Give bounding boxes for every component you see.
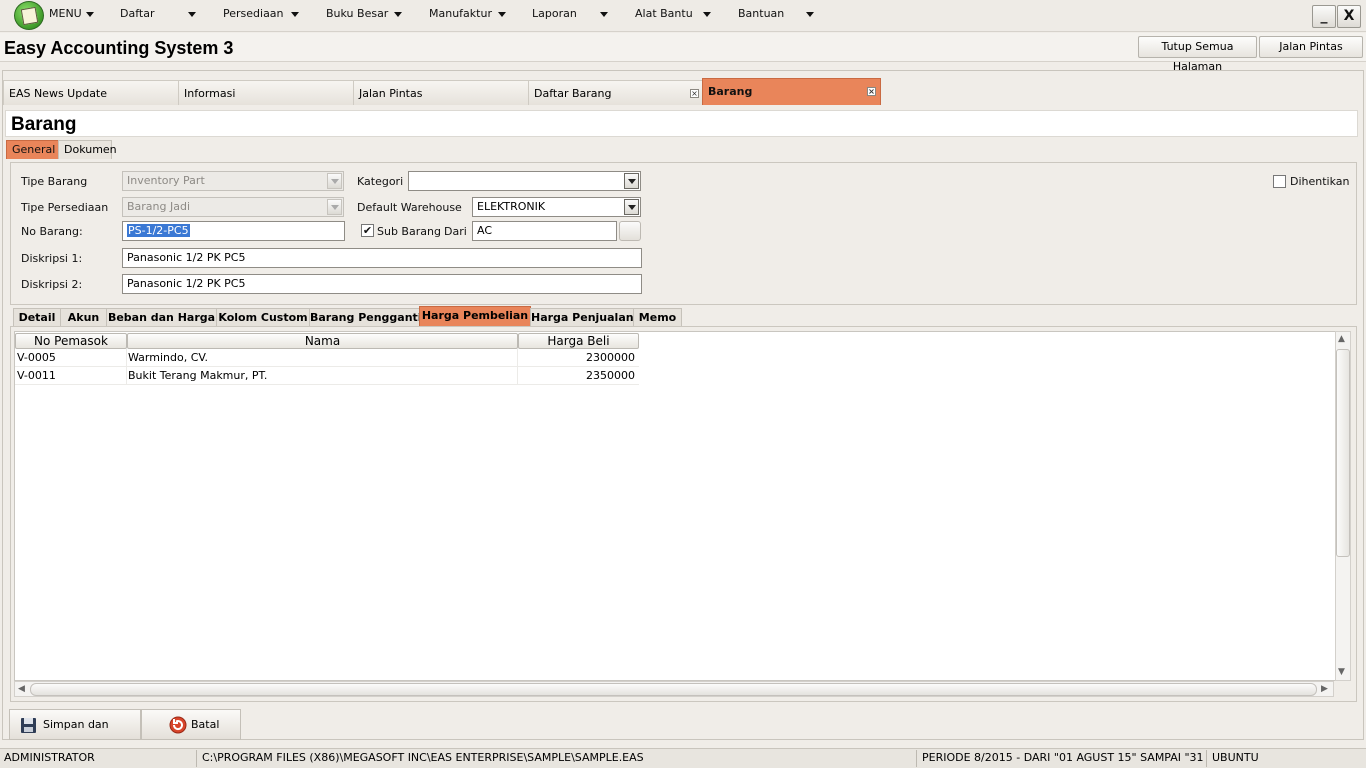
dihentikan-checkbox[interactable] bbox=[1273, 175, 1286, 188]
menu-buku-besar[interactable]: Buku Besar bbox=[326, 0, 406, 28]
tab-informasi[interactable]: Informasi bbox=[178, 80, 354, 105]
chevron-down-icon bbox=[394, 12, 402, 17]
default-warehouse-select[interactable]: ELEKTRONIK bbox=[472, 197, 641, 217]
scroll-up-icon[interactable]: ▲ bbox=[1338, 334, 1345, 344]
chevron-down-icon bbox=[86, 12, 94, 17]
tab-harga-penjualan[interactable]: Harga Penjualan bbox=[530, 308, 634, 327]
column-divider bbox=[126, 349, 127, 385]
chevron-down-icon bbox=[327, 199, 342, 215]
dihentikan-label: Dihentikan bbox=[1290, 175, 1350, 188]
tab-detail[interactable]: Detail bbox=[13, 308, 61, 327]
status-path: C:\PROGRAM FILES (X86)\MEGASOFT INC\EAS … bbox=[198, 750, 917, 767]
menu-main[interactable]: MENU bbox=[49, 0, 99, 28]
column-header-harga-beli[interactable]: Harga Beli bbox=[518, 333, 639, 349]
chevron-down-icon bbox=[327, 173, 342, 189]
column-header-nama[interactable]: Nama bbox=[127, 333, 518, 349]
lookup-button[interactable] bbox=[619, 221, 641, 241]
cell-harga-beli: 2350000 bbox=[586, 369, 635, 382]
menu-alat-bantu[interactable]: Alat Bantu bbox=[635, 0, 715, 28]
menu-manufaktur[interactable]: Manufaktur bbox=[429, 0, 509, 28]
cell-nama: Warmindo, CV. bbox=[128, 351, 208, 364]
menu-daftar[interactable]: Daftar bbox=[120, 0, 200, 28]
cancel-button[interactable]: Batal bbox=[141, 709, 241, 740]
tab-barang[interactable]: Barang × bbox=[702, 78, 881, 105]
default-warehouse-label: Default Warehouse bbox=[357, 201, 462, 214]
page-header bbox=[5, 110, 1358, 137]
app-logo-icon[interactable] bbox=[14, 1, 44, 30]
tipe-barang-label: Tipe Barang bbox=[21, 175, 88, 188]
cell-no-pemasok: V-0011 bbox=[17, 369, 56, 382]
chevron-down-icon bbox=[703, 12, 711, 17]
dari-input[interactable]: AC bbox=[472, 221, 617, 241]
diskripsi1-input[interactable]: Panasonic 1/2 PK PC5 bbox=[122, 248, 642, 268]
tab-beban-dan-harga[interactable]: Beban dan Harga bbox=[106, 308, 217, 327]
vertical-scroll-thumb[interactable] bbox=[1336, 349, 1350, 557]
status-period: PERIODE 8/2015 - DARI "01 AGUST 15" SAMP… bbox=[918, 750, 1207, 767]
tab-kolom-custom[interactable]: Kolom Custom bbox=[216, 308, 310, 327]
cancel-icon bbox=[169, 716, 187, 734]
menu-bantuan[interactable]: Bantuan bbox=[738, 0, 818, 28]
column-divider bbox=[517, 349, 518, 385]
tab-eas-news-update[interactable]: EAS News Update bbox=[3, 80, 179, 105]
menu-laporan[interactable]: Laporan bbox=[532, 0, 612, 28]
kategori-select[interactable] bbox=[408, 171, 641, 191]
no-barang-input[interactable]: PS-1/2-PC5 bbox=[122, 221, 345, 241]
diskripsi2-input[interactable]: Panasonic 1/2 PK PC5 bbox=[122, 274, 642, 294]
close-icon[interactable]: × bbox=[690, 89, 699, 98]
tab-memo[interactable]: Memo bbox=[633, 308, 682, 327]
row-divider bbox=[15, 384, 639, 385]
shortcut-button[interactable]: Jalan Pintas bbox=[1259, 36, 1363, 58]
close-all-pages-button[interactable]: Tutup Semua Halaman bbox=[1138, 36, 1257, 73]
tab-jalan-pintas[interactable]: Jalan Pintas bbox=[353, 80, 529, 105]
cell-no-pemasok: V-0005 bbox=[17, 351, 56, 364]
chevron-down-icon[interactable] bbox=[624, 173, 639, 189]
tab-barang-pengganti[interactable]: Barang Pengganti bbox=[309, 308, 422, 327]
kategori-label: Kategori bbox=[357, 175, 404, 188]
tab-daftar-barang[interactable]: Daftar Barang × bbox=[528, 80, 703, 105]
status-user: ADMINISTRATOR bbox=[0, 750, 197, 767]
chevron-down-icon bbox=[291, 12, 299, 17]
close-window-button[interactable]: X bbox=[1337, 5, 1361, 28]
chevron-down-icon bbox=[806, 12, 814, 17]
no-barang-label: No Barang: bbox=[21, 225, 83, 238]
cell-harga-beli: 2300000 bbox=[586, 351, 635, 364]
tab-harga-pembelian[interactable]: Harga Pembelian bbox=[419, 306, 531, 327]
chevron-down-icon bbox=[498, 12, 506, 17]
tab-akun[interactable]: Akun bbox=[60, 308, 107, 327]
minimize-button[interactable]: _ bbox=[1312, 5, 1336, 28]
chevron-down-icon bbox=[188, 12, 196, 17]
app-title: Easy Accounting System 3 bbox=[4, 38, 234, 58]
scroll-left-icon[interactable]: ◀ bbox=[18, 684, 25, 694]
floppy-disk-icon bbox=[21, 718, 36, 733]
sub-barang-label: Sub Barang bbox=[377, 225, 441, 238]
page-title: Barang bbox=[11, 114, 77, 135]
save-and-exit-button[interactable]: Simpan dan Keluar bbox=[9, 709, 141, 760]
column-header-no-pemasok[interactable]: No Pemasok bbox=[15, 333, 127, 349]
sub-barang-checkbox[interactable]: ✔ bbox=[361, 224, 374, 237]
scroll-down-icon[interactable]: ▼ bbox=[1338, 667, 1345, 677]
chevron-down-icon[interactable] bbox=[624, 199, 639, 215]
diskripsi1-label: Diskripsi 1: bbox=[21, 252, 83, 265]
tipe-barang-select: Inventory Part bbox=[122, 171, 344, 191]
tab-general[interactable]: General bbox=[6, 140, 59, 159]
scroll-right-icon[interactable]: ▶ bbox=[1321, 684, 1328, 694]
horizontal-scroll-thumb[interactable] bbox=[30, 683, 1317, 696]
tipe-persediaan-select: Barang Jadi bbox=[122, 197, 344, 217]
menu-persediaan[interactable]: Persediaan bbox=[223, 0, 303, 28]
tab-dokumen[interactable]: Dokumen bbox=[58, 140, 117, 159]
diskripsi2-label: Diskripsi 2: bbox=[21, 278, 83, 291]
dari-label: Dari bbox=[444, 225, 467, 238]
cell-nama: Bukit Terang Makmur, PT. bbox=[128, 369, 268, 382]
chevron-down-icon bbox=[600, 12, 608, 17]
close-icon[interactable]: × bbox=[867, 87, 876, 96]
status-os: UBUNTU bbox=[1212, 751, 1259, 764]
tipe-persediaan-label: Tipe Persediaan bbox=[21, 201, 109, 214]
